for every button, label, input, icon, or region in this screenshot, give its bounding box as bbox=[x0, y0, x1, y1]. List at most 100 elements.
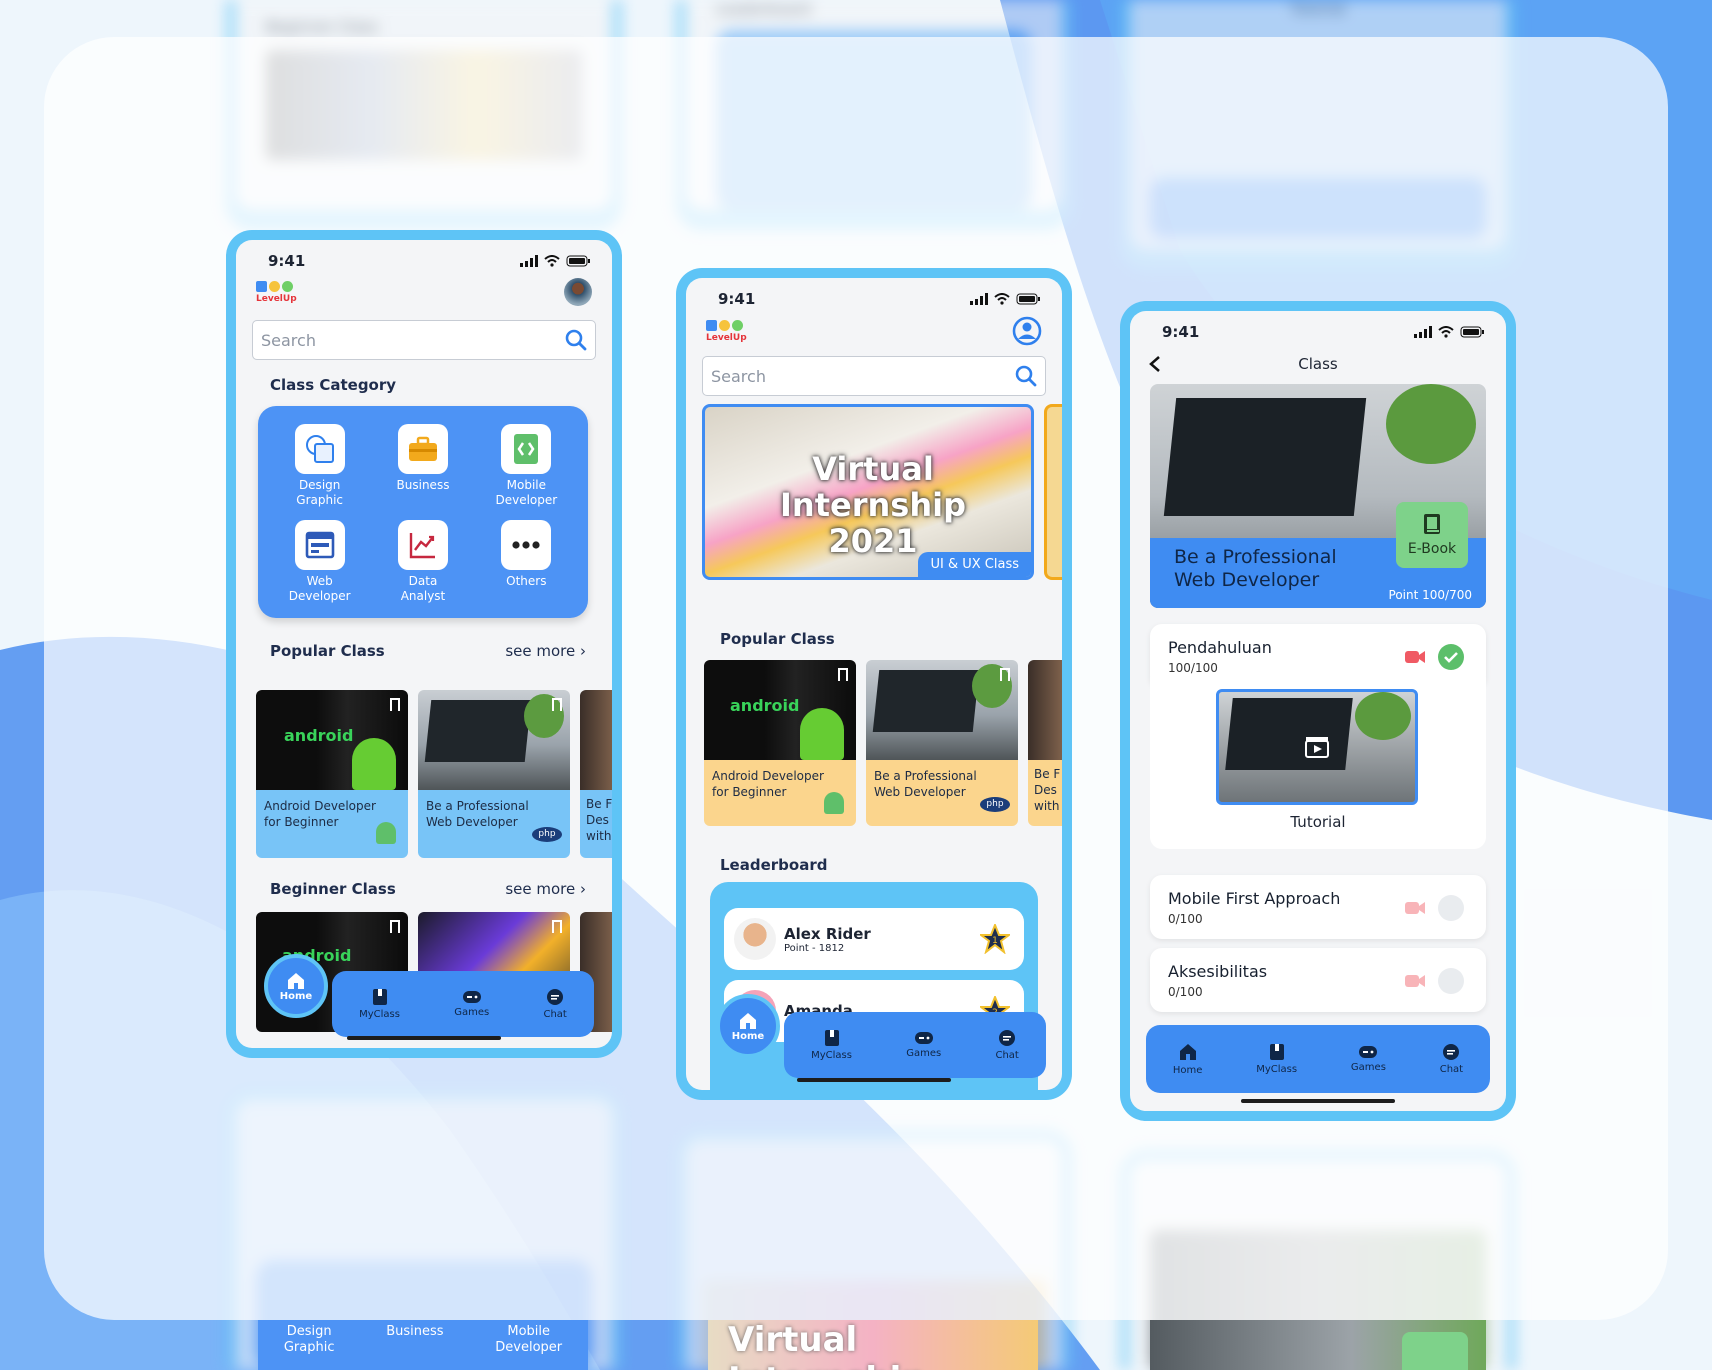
course-info: Be a Professional Web Developer php bbox=[866, 760, 1018, 826]
beginner-class-title: Beginner Class bbox=[270, 880, 396, 898]
status-time: 9:41 bbox=[1162, 323, 1200, 341]
lesson-item[interactable]: Aksesibilitas 0/100 bbox=[1150, 948, 1486, 1012]
wifi-icon bbox=[1438, 326, 1454, 338]
android-icon bbox=[376, 822, 396, 844]
bookmark-icon[interactable] bbox=[390, 698, 400, 711]
ghost-beginner-title: Beginner Class bbox=[266, 18, 378, 36]
status-time: 9:41 bbox=[268, 252, 306, 270]
chat-icon bbox=[999, 1030, 1016, 1046]
leaderboard-row[interactable]: Alex Rider Point - 1812 1 bbox=[724, 908, 1024, 970]
next-banner-peek[interactable] bbox=[1044, 404, 1062, 580]
nav-label: Games bbox=[454, 1007, 490, 1018]
web-layout-icon bbox=[305, 531, 334, 559]
course-thumbnail bbox=[866, 660, 1018, 760]
nav-label: MyClass bbox=[811, 1050, 852, 1061]
bottom-right-fragment bbox=[1150, 1320, 1486, 1370]
bookmark-icon[interactable] bbox=[1000, 668, 1010, 681]
nav-label: Chat bbox=[995, 1050, 1019, 1061]
course-card-android[interactable]: android Android Developer for Beginner bbox=[256, 690, 408, 858]
course-thumbnail: android bbox=[704, 660, 856, 760]
course-title: Android Developer for Beginner bbox=[264, 799, 376, 829]
banner-carousel: Virtual Internship 2021 UI & UX Class bbox=[702, 404, 1062, 580]
nav-chat[interactable]: Chat bbox=[1440, 1043, 1463, 1075]
video-camera-icon bbox=[1405, 651, 1425, 663]
category-business[interactable]: Business bbox=[371, 424, 474, 508]
bookmark-icon[interactable] bbox=[552, 920, 562, 933]
video-camera-icon bbox=[1405, 975, 1425, 987]
leader-name: Alex Rider bbox=[784, 924, 871, 943]
nav-home[interactable]: Home bbox=[264, 954, 328, 1018]
course-info: Android Developer for Beginner bbox=[704, 760, 856, 826]
nav-games[interactable]: Games bbox=[906, 1031, 941, 1059]
bookmark-icon[interactable] bbox=[552, 698, 562, 711]
nav-chat[interactable]: Chat bbox=[543, 988, 567, 1020]
nav-home[interactable]: Home bbox=[1173, 1042, 1202, 1076]
search-icon[interactable] bbox=[1015, 365, 1037, 387]
course-info: Be F Des with bbox=[580, 790, 612, 858]
bookmark-icon[interactable] bbox=[390, 920, 400, 933]
plant bbox=[1355, 692, 1411, 740]
nav-home[interactable]: Home bbox=[716, 994, 780, 1058]
status-bar: 9:41 bbox=[236, 240, 612, 270]
bookmark-icon[interactable] bbox=[838, 668, 848, 681]
search-input[interactable]: Search bbox=[702, 356, 1046, 396]
gamepad-icon bbox=[1359, 1046, 1378, 1058]
nav-myclass[interactable]: MyClass bbox=[811, 1029, 852, 1061]
course-card-web[interactable]: Be a Professional Web Developer php bbox=[866, 660, 1018, 826]
nav-label: Chat bbox=[543, 1009, 567, 1020]
design-graphic-icon bbox=[305, 435, 334, 463]
android-wordmark: android bbox=[284, 726, 354, 745]
chat-icon bbox=[1443, 1044, 1460, 1060]
back-arrow-icon[interactable] bbox=[1148, 355, 1162, 373]
search-icon[interactable] bbox=[565, 329, 587, 351]
category-design-graphic[interactable]: Design Graphic bbox=[268, 424, 371, 508]
home-icon bbox=[740, 1012, 756, 1029]
status-icons bbox=[1414, 326, 1484, 338]
course-card-partial[interactable]: Be F Des with bbox=[1028, 660, 1062, 826]
logo-text: LevelUp bbox=[706, 332, 747, 343]
profile-icon[interactable] bbox=[1012, 316, 1042, 346]
category-label: Business bbox=[396, 478, 450, 492]
fragment-mobile-developer: Mobile Developer bbox=[495, 1324, 563, 1355]
battery-icon bbox=[1460, 326, 1484, 338]
nav-games[interactable]: Games bbox=[1351, 1045, 1386, 1073]
course-thumbnail: android bbox=[256, 690, 408, 790]
see-more-link[interactable]: see more › bbox=[505, 880, 586, 898]
course-info: Android Developer for Beginner bbox=[256, 790, 408, 858]
levelup-logo[interactable]: LevelUp bbox=[256, 280, 297, 304]
nav-myclass[interactable]: MyClass bbox=[359, 988, 400, 1020]
promo-banner[interactable]: Virtual Internship 2021 UI & UX Class bbox=[702, 404, 1034, 580]
nav-myclass[interactable]: MyClass bbox=[1256, 1043, 1297, 1075]
category-mobile-developer[interactable]: Mobile Developer bbox=[475, 424, 578, 508]
hero-title: Be a Professional Web Developer bbox=[1174, 546, 1337, 591]
plant bbox=[1386, 384, 1476, 464]
banner-tag: UI & UX Class bbox=[918, 552, 1031, 577]
leaderboard-header: Leaderboard bbox=[686, 856, 1062, 874]
course-card-partial[interactable]: Be F Des with bbox=[580, 690, 612, 858]
category-web-developer[interactable]: Web Developer bbox=[268, 520, 371, 604]
gamepad-icon bbox=[914, 1032, 933, 1044]
category-others[interactable]: Others bbox=[475, 520, 578, 604]
beginner-class-header: Beginner Class see more › bbox=[236, 880, 612, 898]
category-data-analyst[interactable]: Data Analyst bbox=[371, 520, 474, 604]
home-indicator bbox=[347, 1036, 501, 1040]
tutorial-video[interactable] bbox=[1216, 689, 1418, 805]
nav-chat[interactable]: Chat bbox=[995, 1029, 1019, 1061]
status-bar: 9:41 bbox=[1130, 311, 1506, 341]
course-card-android[interactable]: android Android Developer for Beginner bbox=[704, 660, 856, 826]
category-label: Web Developer bbox=[288, 574, 351, 603]
search-input[interactable]: Search bbox=[252, 320, 596, 360]
lesson-item[interactable]: Mobile First Approach 0/100 bbox=[1150, 875, 1486, 939]
nav-games[interactable]: Games bbox=[454, 990, 489, 1018]
status-bar: 9:41 bbox=[686, 278, 1062, 308]
see-more-link[interactable]: see more › bbox=[505, 642, 586, 660]
popular-class-header: Popular Class bbox=[686, 630, 1062, 648]
phone-class-detail: 9:41 Class Be a Professional Web Develop… bbox=[1120, 301, 1516, 1121]
course-card-web[interactable]: Be a Professional Web Developer php bbox=[418, 690, 570, 858]
user-avatar[interactable] bbox=[564, 278, 592, 306]
nav-label: Chat bbox=[1439, 1064, 1464, 1075]
course-title: Be F Des with bbox=[586, 797, 612, 843]
home-indicator bbox=[797, 1078, 951, 1082]
ebook-button[interactable]: E-Book bbox=[1396, 502, 1468, 568]
levelup-logo[interactable]: LevelUp bbox=[706, 319, 747, 343]
